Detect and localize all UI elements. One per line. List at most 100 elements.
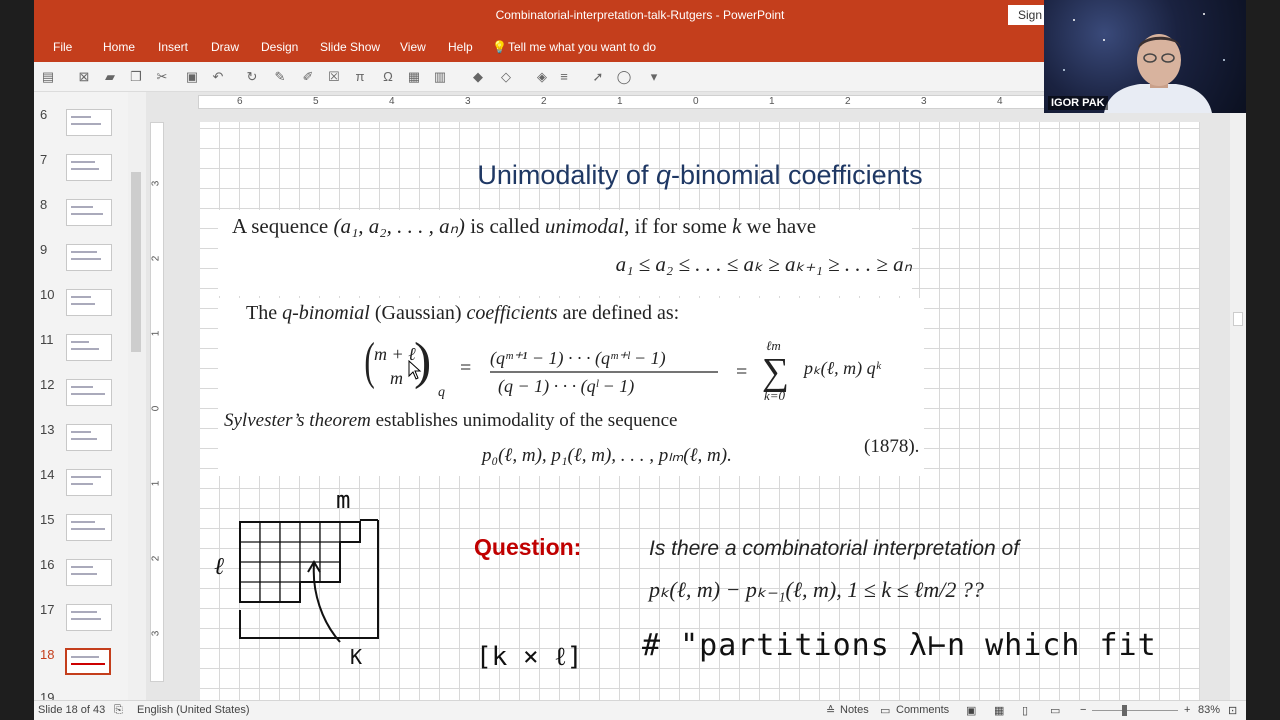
tab-draw[interactable]: Draw: [211, 40, 239, 54]
slide-show-icon[interactable]: ▭: [1050, 704, 1060, 717]
slide-thumbnail-selected[interactable]: [65, 648, 111, 675]
sum-lower: k=0: [764, 388, 786, 402]
cut-icon[interactable]: ✂: [154, 69, 170, 85]
thumb-number: 13: [40, 422, 55, 437]
binom-bottom: m: [390, 368, 403, 388]
zoom-slider[interactable]: [1092, 710, 1178, 711]
text: The: [246, 302, 283, 324]
zoom-out-icon[interactable]: −: [1080, 704, 1086, 716]
slide-canvas[interactable]: Unimodality of q-binomial coefficients A…: [200, 122, 1200, 700]
comments-icon[interactable]: ▭: [880, 704, 890, 717]
ruler-label: 4: [389, 96, 395, 107]
slide-thumbnail[interactable]: [66, 514, 112, 541]
question-label: Question:: [474, 534, 582, 560]
slide-thumbnail[interactable]: [66, 334, 112, 361]
color-icon[interactable]: ▥: [432, 69, 448, 85]
comments-button[interactable]: Comments: [896, 704, 949, 716]
text: establishes unimodality of the sequence: [370, 410, 678, 431]
paste-icon[interactable]: ▣: [184, 69, 200, 85]
title-text: Unimodality of: [477, 160, 656, 190]
copy-icon[interactable]: ❐: [128, 69, 144, 85]
text: we have: [741, 214, 817, 238]
outer-box: [239, 520, 379, 639]
zoom-level[interactable]: 83%: [1198, 704, 1220, 716]
tab-file[interactable]: File: [53, 40, 72, 54]
slide-thumbnail[interactable]: [66, 469, 112, 496]
handwritten-partitions: # "partitions λ⊢n which fit: [642, 628, 1157, 663]
slide-sorter-icon[interactable]: ▦: [994, 704, 1004, 717]
normal-view-icon[interactable]: ▣: [966, 704, 976, 717]
fraction-numerator: (qᵐ⁺¹ − 1) · · · (qᵐ⁺ˡ − 1): [490, 348, 666, 369]
slide-thumbnail[interactable]: [66, 199, 112, 226]
tab-help[interactable]: Help: [448, 40, 473, 54]
definition-line: The q-binomial (Gaussian) coefficients a…: [246, 302, 679, 325]
slide-thumbnail[interactable]: [66, 109, 112, 136]
ink-eraser-icon[interactable]: ◈: [534, 69, 550, 85]
pen-icon[interactable]: ✎: [272, 69, 288, 85]
open-folder-icon[interactable]: ▰: [102, 69, 118, 85]
tab-design[interactable]: Design: [261, 40, 298, 54]
slide-thumbnail[interactable]: [66, 289, 112, 316]
slide-thumbnail[interactable]: [66, 379, 112, 406]
sign-in-button[interactable]: Sign: [1008, 5, 1048, 25]
ruler-label: 2: [845, 96, 851, 107]
table-icon[interactable]: ▦: [406, 69, 422, 85]
equation-icon[interactable]: π: [352, 69, 368, 85]
equals-sign: =: [460, 357, 471, 379]
highlighter-icon[interactable]: ✐: [300, 69, 316, 85]
notes-icon[interactable]: ≙: [826, 704, 835, 717]
slide-thumbnail[interactable]: [66, 424, 112, 451]
reading-view-icon[interactable]: ▯: [1022, 704, 1028, 717]
fit-slide-icon[interactable]: ⊡: [1228, 704, 1237, 717]
scroll-thumb[interactable]: [1233, 312, 1243, 326]
line-style-icon[interactable]: ≡: [556, 69, 572, 85]
notes-button[interactable]: Notes: [840, 704, 869, 716]
eraser-icon[interactable]: ☒: [326, 69, 342, 85]
ruler-label: 3: [921, 96, 927, 107]
presenter-name: IGOR PAK: [1048, 96, 1108, 110]
fraction-denominator: (q − 1) · · · (qˡ − 1): [498, 376, 634, 397]
slide-editor: 6 5 4 3 2 1 0 1 2 3 4 3 2 1 0 1 2 3 Unim…: [146, 92, 1246, 700]
thumb-number: 6: [40, 107, 48, 122]
scroll-thumb[interactable]: [131, 172, 141, 352]
slide-thumbnail[interactable]: [66, 154, 112, 181]
slide-thumbnail[interactable]: [66, 244, 112, 271]
symbol-icon[interactable]: Ω: [380, 69, 396, 85]
slide-thumbnail[interactable]: [66, 559, 112, 586]
ink-color-icon[interactable]: ◆: [470, 69, 486, 85]
thumb-number: 15: [40, 512, 55, 527]
select-icon[interactable]: ➚: [590, 69, 606, 85]
sum-term: pₖ(ℓ, m) qᵏ: [802, 358, 882, 379]
undo-icon[interactable]: ↶: [210, 69, 226, 85]
shapes-icon[interactable]: ◯: [616, 69, 632, 85]
slide-title: Unimodality of q-binomial coefficients: [200, 160, 1200, 191]
slide-thumbnail[interactable]: [66, 604, 112, 631]
thumbnails-scrollbar[interactable]: [128, 92, 146, 700]
ruler-label: 2: [150, 255, 162, 262]
tab-view[interactable]: View: [400, 40, 426, 54]
delete-slide-icon[interactable]: ⊠: [76, 69, 92, 85]
zoom-slider-thumb[interactable]: [1122, 705, 1127, 716]
question-formula: pₖ(ℓ, m) − pₖ₋₁(ℓ, m), 1 ≤ k ≤ ℓm/2 ??: [649, 577, 984, 602]
customize-icon[interactable]: ▾: [646, 69, 662, 85]
ink-thickness-icon[interactable]: ◇: [498, 69, 514, 85]
language-indicator[interactable]: English (United States): [137, 704, 250, 716]
redo-icon[interactable]: ↻: [244, 69, 260, 85]
question-text: Is there a combinatorial interpretation …: [649, 537, 1020, 560]
zoom-in-icon[interactable]: +: [1184, 704, 1190, 716]
editor-scrollbar[interactable]: [1230, 92, 1246, 700]
thumb-number-selected: 18: [40, 647, 55, 662]
text: is called: [464, 214, 545, 238]
equals-sign: =: [736, 361, 747, 383]
accessibility-icon[interactable]: ⎘: [114, 704, 123, 717]
tab-home[interactable]: Home: [103, 40, 135, 54]
label-m: m: [336, 492, 350, 514]
ruler-label: 1: [150, 480, 162, 487]
tab-insert[interactable]: Insert: [158, 40, 188, 54]
unimodal-definition: A sequence (a₁, a₂, . . . , aₙ) is calle…: [218, 210, 912, 296]
tell-me-search[interactable]: Tell me what you want to do: [508, 40, 656, 54]
text: A sequence: [232, 214, 334, 238]
new-slide-icon[interactable]: ▤: [40, 69, 56, 85]
tab-slide-show[interactable]: Slide Show: [320, 40, 380, 54]
slide-counter: Slide 18 of 43: [38, 704, 106, 716]
